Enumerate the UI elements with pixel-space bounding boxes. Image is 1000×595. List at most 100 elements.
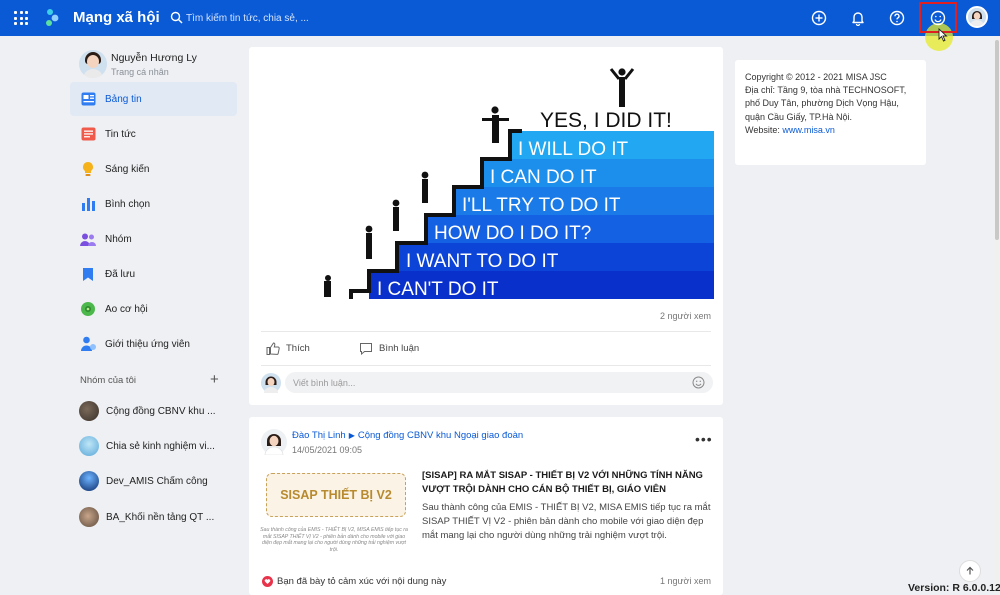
group-item[interactable]: Cộng đồng CBNV khu ... [79, 400, 239, 422]
group-item[interactable]: Chia sẻ kinh nghiệm vi... [79, 435, 239, 457]
group-label: Cộng đồng CBNV khu ... [106, 405, 216, 417]
reaction-summary[interactable]: Bạn đã bày tỏ cảm xúc với nội dung này [277, 576, 446, 587]
comment-button[interactable]: Bình luận [359, 342, 419, 355]
thumbnail-caption: Sau thành công của EMIS - THIẾT BỊ V2, M… [260, 527, 408, 553]
arrow-right-icon: ▶ [348, 431, 355, 440]
comment-icon [360, 343, 372, 355]
scrollbar-thumb[interactable] [995, 40, 999, 240]
group-item[interactable]: Dev_AMIS Chấm công [79, 470, 239, 492]
image-headline: YES, I DID IT! [540, 109, 672, 132]
app-title[interactable]: Mạng xã hội [73, 9, 160, 26]
nav-item-label: Nhóm [105, 233, 132, 245]
nav-item-saved[interactable]: Đã lưu [70, 257, 237, 291]
step-text: I CAN'T DO IT [377, 279, 499, 299]
newsfeed-icon [80, 91, 96, 107]
author-avatar[interactable] [261, 429, 287, 455]
group-link[interactable]: Cộng đồng CBNV khu Ngoại giao đoàn [358, 430, 523, 441]
link-thumbnail[interactable]: SISAP THIẾT BỊ V2 Sau thành công của EMI… [259, 467, 409, 559]
profile-block[interactable]: Nguyễn Hương Ly Trang cá nhân [79, 50, 197, 78]
nav-item-label: Giới thiệu ứng viên [105, 338, 190, 350]
group-item[interactable]: BA_Khối nền tảng QT ... [79, 506, 239, 528]
group-thumbnail [79, 401, 99, 421]
nav-item-initiatives[interactable]: Sáng kiến [70, 152, 237, 186]
comment-input[interactable] [285, 372, 713, 393]
add-circle-icon [811, 10, 827, 26]
my-groups-heading: Nhóm của tôi [80, 375, 136, 386]
group-label: Chia sẻ kinh nghiệm vi... [106, 440, 215, 452]
group-label: Dev_AMIS Chấm công [106, 475, 208, 487]
group-label: BA_Khối nền tảng QT ... [106, 511, 215, 523]
user-avatar[interactable] [966, 6, 988, 28]
scroll-to-top-button[interactable] [959, 560, 981, 582]
nav-item-label: Sáng kiến [105, 163, 150, 175]
version-label: Version: R 6.0.0.12 [908, 582, 1000, 594]
nav-item-groups[interactable]: Nhóm [70, 222, 237, 256]
poll-icon [80, 196, 96, 212]
banner-text: SISAP THIẾT BỊ V2 [280, 488, 392, 502]
website-link[interactable]: www.misa.vn [782, 125, 835, 135]
nav-item-news[interactable]: Tin tức [70, 117, 237, 151]
step-text: I WANT TO DO IT [406, 251, 559, 272]
website-line: Website: www.misa.vn [745, 124, 916, 137]
author-name[interactable]: Đào Thị Linh [292, 430, 346, 441]
divider [261, 331, 711, 332]
group-thumbnail [79, 471, 99, 491]
like-label: Thích [286, 343, 310, 354]
nav-item-label: Bình chọn [105, 198, 151, 210]
nav-item-label: Ao cơ hội [105, 303, 148, 315]
divider [261, 365, 711, 366]
copyright-line: Copyright © 2012 - 2021 MISA JSC [745, 72, 887, 82]
more-options-icon[interactable]: ••• [695, 431, 713, 447]
comment-label: Bình luận [379, 343, 420, 354]
profile-subtitle[interactable]: Trang cá nhân [111, 67, 169, 77]
search-icon [170, 11, 183, 24]
nav-item-candidates[interactable]: Giới thiệu ứng viên [70, 327, 237, 361]
opportunity-icon [80, 301, 96, 317]
motivational-staircase-image[interactable]: I CAN'T DO IT I WANT TO DO IT HOW DO I D… [322, 57, 714, 299]
copyright-card: Copyright © 2012 - 2021 MISA JSC Địa chỉ… [735, 60, 926, 165]
address-line: phố Duy Tân, phường Dịch Vọng Hậu, [745, 98, 899, 109]
nav-item-polls[interactable]: Bình chọn [70, 187, 237, 221]
profile-avatar[interactable] [79, 50, 107, 78]
commenter-avatar [261, 373, 281, 393]
help-icon [889, 10, 905, 26]
heart-reaction-icon [262, 576, 273, 587]
nav-item-label: Tin tức [105, 128, 136, 140]
nav-item-label: Đã lưu [105, 268, 136, 280]
step-text: I WILL DO IT [518, 139, 629, 160]
bookmark-icon [80, 266, 96, 282]
profile-name[interactable]: Nguyễn Hương Ly [111, 52, 197, 64]
post-author-line: Đào Thị Linh ▶ Cộng đồng CBNV khu Ngoại gi… [292, 430, 523, 441]
website-label: Website: [745, 124, 783, 135]
nav-item-newsfeed[interactable]: Bảng tin [70, 82, 237, 116]
group-thumbnail [79, 436, 99, 456]
link-title[interactable]: [SISAP] RA MẮT SISAP - THIẾT BỊ V2 VỚI N… [422, 469, 717, 497]
lightbulb-icon [80, 161, 96, 177]
post-card: Đào Thị Linh ▶ Cộng đồng CBNV khu Ngoại gi… [249, 417, 723, 595]
link-description: Sau thành công của EMIS - THIẾT BỊ V2, M… [422, 502, 711, 541]
group-icon [80, 231, 96, 247]
mouse-cursor-icon [938, 28, 948, 42]
group-thumbnail [79, 507, 99, 527]
logo-icon[interactable] [44, 8, 62, 28]
news-icon [80, 126, 96, 142]
nav-item-opportunities[interactable]: Ao cơ hội [70, 292, 237, 326]
help-button[interactable] [887, 8, 907, 28]
step-text: I'LL TRY TO DO IT [462, 195, 621, 216]
thumbnail-banner: SISAP THIẾT BỊ V2 [266, 473, 406, 517]
add-group-button[interactable]: + [210, 372, 219, 387]
add-button[interactable] [809, 8, 829, 28]
top-bar: Mạng xã hội [0, 0, 1000, 51]
arrow-up-icon [966, 566, 974, 575]
view-count[interactable]: 1 người xem [660, 576, 711, 586]
bell-icon [852, 12, 864, 26]
step-text: I CAN DO IT [490, 167, 597, 188]
apps-grid-icon[interactable] [14, 11, 28, 25]
like-button[interactable]: Thích [266, 342, 310, 355]
emoji-picker-icon[interactable] [692, 376, 705, 389]
search-input[interactable] [186, 8, 486, 28]
view-count[interactable]: 2 người xem [660, 311, 711, 321]
post-card: I CAN'T DO IT I WANT TO DO IT HOW DO I D… [249, 47, 723, 405]
candidate-icon [80, 336, 96, 352]
notifications-button[interactable] [848, 8, 868, 28]
